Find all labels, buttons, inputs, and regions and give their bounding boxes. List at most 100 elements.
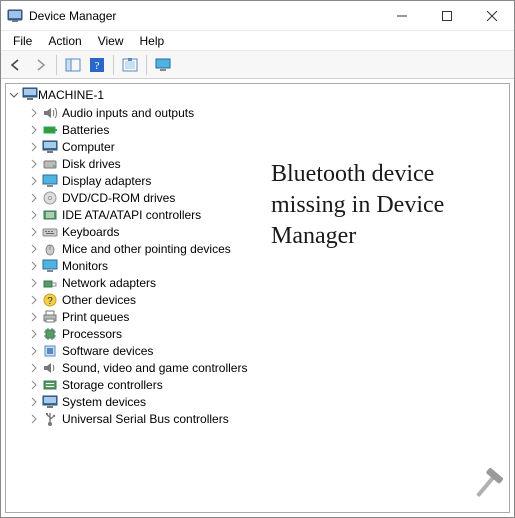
tree-node[interactable]: IDE ATA/ATAPI controllers: [6, 206, 509, 223]
toolbar-separator: [56, 55, 57, 75]
device-category-label: Processors: [62, 328, 122, 340]
tree-root[interactable]: MACHINE-1: [6, 86, 509, 104]
show-hide-console-tree-button[interactable]: [62, 54, 84, 76]
tree-node[interactable]: Audio inputs and outputs: [6, 104, 509, 121]
expand-icon[interactable]: [26, 156, 42, 172]
forward-button[interactable]: [29, 54, 51, 76]
tree-node[interactable]: DVD/CD-ROM drives: [6, 189, 509, 206]
tree-node[interactable]: ? Other devices: [6, 291, 509, 308]
tree-node[interactable]: Sound, video and game controllers: [6, 359, 509, 376]
device-category-icon: [42, 258, 58, 274]
expand-icon[interactable]: [26, 309, 42, 325]
device-category-icon: [42, 394, 58, 410]
svg-text:?: ?: [47, 296, 53, 307]
device-category-icon: [42, 224, 58, 240]
expand-icon[interactable]: [26, 292, 42, 308]
app-icon: [7, 8, 23, 24]
expand-icon[interactable]: [26, 394, 42, 410]
device-category-label: IDE ATA/ATAPI controllers: [62, 209, 201, 221]
menu-view[interactable]: View: [90, 33, 132, 49]
tree-node[interactable]: Software devices: [6, 342, 509, 359]
expand-icon[interactable]: [26, 122, 42, 138]
device-category-label: Monitors: [62, 260, 108, 272]
menu-action[interactable]: Action: [40, 33, 89, 49]
svg-text:?: ?: [95, 60, 100, 72]
device-category-icon: [42, 173, 58, 189]
device-category-icon: [42, 207, 58, 223]
device-category-label: Print queues: [62, 311, 129, 323]
expand-icon[interactable]: [26, 326, 42, 342]
menu-help[interactable]: Help: [132, 33, 173, 49]
scan-hardware-button[interactable]: [119, 54, 141, 76]
device-tree[interactable]: MACHINE-1 Audio inputs and outputsBatter…: [6, 84, 509, 429]
tree-node[interactable]: Display adapters: [6, 172, 509, 189]
monitor-icon-button[interactable]: [152, 54, 174, 76]
device-category-icon: [42, 360, 58, 376]
device-category-icon: [42, 156, 58, 172]
expand-icon[interactable]: [26, 207, 42, 223]
expand-icon[interactable]: [26, 377, 42, 393]
tree-node[interactable]: Computer: [6, 138, 509, 155]
tree-node[interactable]: Keyboards: [6, 223, 509, 240]
expand-icon[interactable]: [26, 258, 42, 274]
toolbar: ?: [1, 51, 514, 79]
toolbar-separator: [146, 55, 147, 75]
device-category-label: Other devices: [62, 294, 136, 306]
menu-file[interactable]: File: [5, 33, 40, 49]
expand-icon[interactable]: [26, 173, 42, 189]
menubar: File Action View Help: [1, 31, 514, 51]
tree-node[interactable]: Monitors: [6, 257, 509, 274]
device-category-icon: [42, 275, 58, 291]
tree-node[interactable]: Universal Serial Bus controllers: [6, 410, 509, 427]
device-category-label: DVD/CD-ROM drives: [62, 192, 175, 204]
hammer-watermark-icon: [465, 465, 507, 510]
tree-node[interactable]: System devices: [6, 393, 509, 410]
expand-icon[interactable]: [26, 275, 42, 291]
tree-node[interactable]: Storage controllers: [6, 376, 509, 393]
window-controls: [379, 1, 514, 30]
device-category-icon: [42, 122, 58, 138]
device-category-icon: [42, 241, 58, 257]
collapse-icon[interactable]: [6, 87, 22, 103]
back-button[interactable]: [5, 54, 27, 76]
tree-node[interactable]: Disk drives: [6, 155, 509, 172]
device-category-icon: [42, 377, 58, 393]
device-category-label: Keyboards: [62, 226, 119, 238]
maximize-button[interactable]: [424, 1, 469, 30]
tree-node[interactable]: Network adapters: [6, 274, 509, 291]
content-area: MACHINE-1 Audio inputs and outputsBatter…: [1, 79, 514, 517]
device-category-icon: [42, 411, 58, 427]
tree-node[interactable]: Processors: [6, 325, 509, 342]
device-category-icon: ?: [42, 292, 58, 308]
root-label: MACHINE-1: [38, 89, 104, 101]
tree-node[interactable]: Mice and other pointing devices: [6, 240, 509, 257]
computer-icon: [22, 86, 38, 104]
expand-icon[interactable]: [26, 411, 42, 427]
help-button[interactable]: ?: [86, 54, 108, 76]
tree-frame: MACHINE-1 Audio inputs and outputsBatter…: [5, 83, 510, 513]
tree-node[interactable]: Batteries: [6, 121, 509, 138]
expand-icon[interactable]: [26, 190, 42, 206]
device-category-label: Disk drives: [62, 158, 121, 170]
close-button[interactable]: [469, 1, 514, 30]
expand-icon[interactable]: [26, 343, 42, 359]
toolbar-separator: [113, 55, 114, 75]
device-category-icon: [42, 326, 58, 342]
expand-icon[interactable]: [26, 360, 42, 376]
expand-icon[interactable]: [26, 224, 42, 240]
expand-icon[interactable]: [26, 139, 42, 155]
device-category-label: Software devices: [62, 345, 153, 357]
device-category-label: Storage controllers: [62, 379, 163, 391]
expand-icon[interactable]: [26, 105, 42, 121]
titlebar: Device Manager: [1, 1, 514, 31]
device-category-label: Universal Serial Bus controllers: [62, 413, 229, 425]
expand-icon[interactable]: [26, 241, 42, 257]
device-category-icon: [42, 190, 58, 206]
device-category-icon: [42, 309, 58, 325]
tree-node[interactable]: Print queues: [6, 308, 509, 325]
minimize-button[interactable]: [379, 1, 424, 30]
device-category-label: Sound, video and game controllers: [62, 362, 247, 374]
device-category-icon: [42, 343, 58, 359]
device-category-label: System devices: [62, 396, 146, 408]
device-manager-window: Device Manager File Action View Help: [0, 0, 515, 518]
